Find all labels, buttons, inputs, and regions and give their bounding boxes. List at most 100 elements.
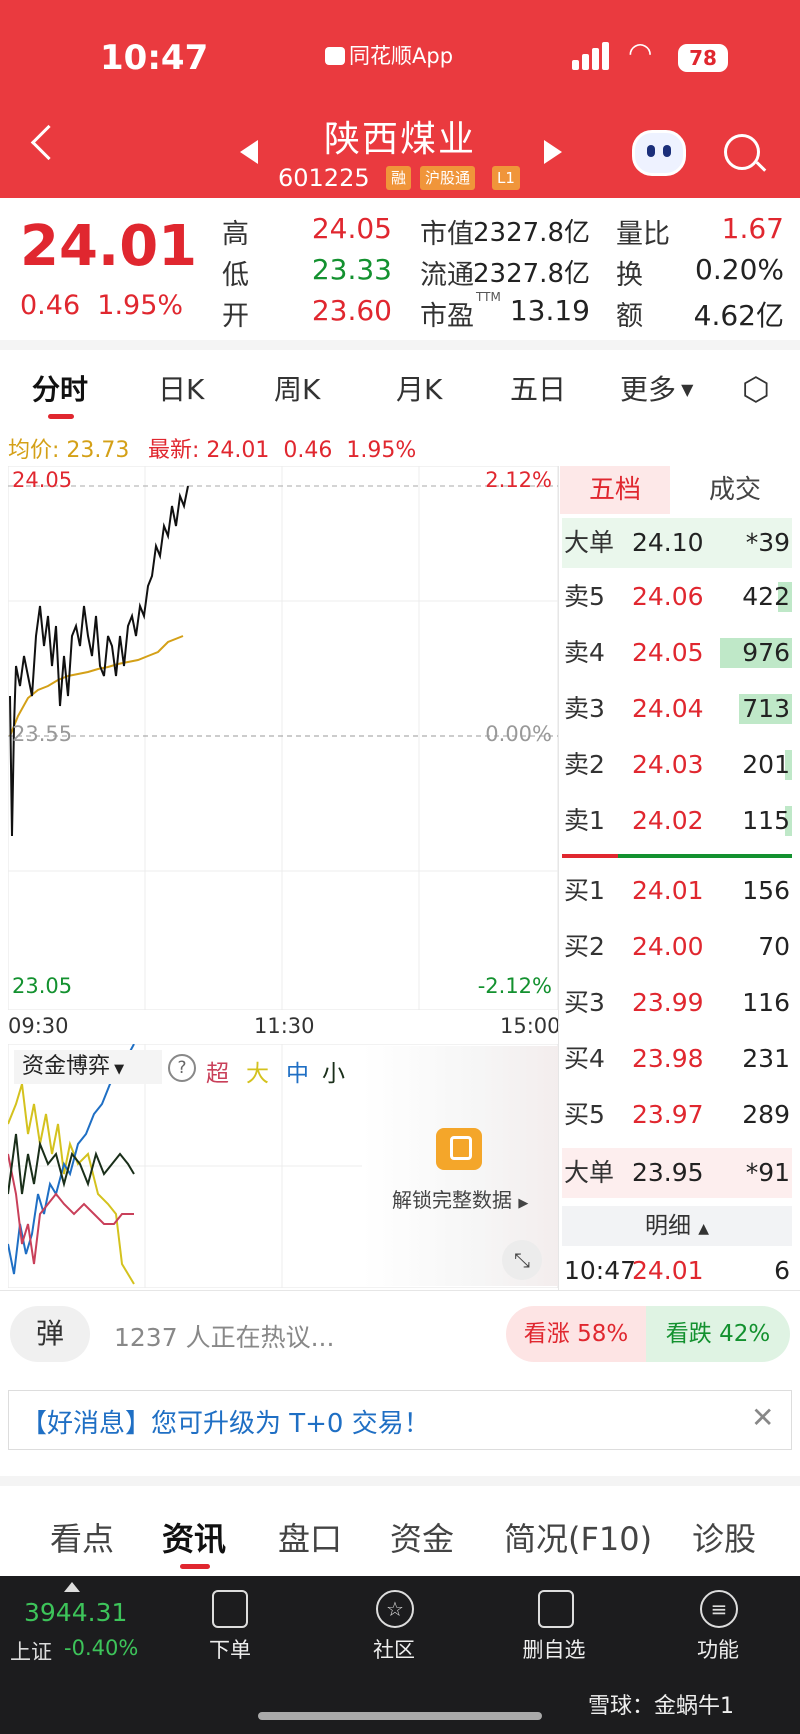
discussion-count[interactable]: 1237 人正在热议... (114, 1318, 334, 1354)
bid-price: 23.98 (632, 1044, 704, 1073)
ask-price: 24.02 (632, 806, 704, 835)
next-stock-icon[interactable] (544, 140, 562, 164)
unlock-label[interactable]: 解锁完整数据 ▶ (392, 1184, 528, 1213)
remove-watchlist-icon[interactable] (538, 1590, 574, 1628)
tab-intraday[interactable]: 分时 (32, 368, 88, 408)
notice-text: 【好消息】您可升级为 T+0 交易！ (21, 1409, 430, 1439)
nav-order[interactable]: 下单 (180, 1634, 280, 1664)
order-icon[interactable] (212, 1590, 248, 1628)
current-price: 24.01 (20, 214, 198, 279)
divider (0, 340, 800, 350)
quote-label-float: 流通 (420, 260, 474, 291)
ask-label: 卖4 (564, 638, 605, 667)
tab-diagnosis[interactable]: 诊股 (692, 1514, 756, 1560)
detail-toggle[interactable]: 明细 ▲ (562, 1206, 792, 1246)
big-order-top: 大单 24.10 *39 (562, 518, 792, 568)
ask-row: 卖3 24.04 713 (562, 684, 792, 734)
bid-price: 24.00 (632, 932, 704, 961)
quote-value-low: 23.33 (311, 253, 392, 286)
lock-icon (436, 1128, 482, 1170)
bid-label: 买3 (564, 988, 605, 1017)
chevron-down-icon: ▼ (676, 380, 694, 399)
community-icon[interactable]: ☆ (376, 1590, 414, 1628)
legend-mid: 中 (286, 1061, 309, 1087)
quote-value-open: 23.60 (311, 294, 392, 327)
quote-label-low: 低 (222, 260, 249, 291)
index-value[interactable]: 3944.31 (24, 1598, 127, 1627)
bid-label: 买1 (564, 876, 605, 905)
pct-label-high: 2.12% (485, 468, 552, 492)
settings-hex-icon[interactable]: ⬡ (742, 370, 770, 408)
time-label-noon: 11:30 (254, 1014, 315, 1038)
ask-vol: 115 (742, 806, 790, 835)
back-icon[interactable] (30, 124, 67, 161)
price-change: 0.46 1.95% (20, 290, 184, 321)
intraday-chart[interactable] (8, 466, 558, 1010)
notice-banner[interactable]: 【好消息】您可升级为 T+0 交易！ ✕ (8, 1390, 792, 1450)
tab-daily-k[interactable]: 日K (158, 368, 204, 408)
quote-label-open: 开 (222, 301, 249, 332)
status-time: 10:47 (100, 38, 209, 78)
legend-big: 大 (246, 1061, 269, 1087)
caret-up-icon (64, 1582, 80, 1592)
quote-value-turnover: 0.20% (695, 253, 784, 286)
tab-five-levels[interactable]: 五档 (560, 466, 670, 514)
pct-label-mid: 0.00% (485, 722, 552, 746)
tab-funds[interactable]: 资金 (390, 1514, 454, 1560)
stock-name: 陕西煤业 (323, 119, 476, 160)
prev-stock-icon[interactable] (240, 140, 258, 164)
bid-vol: 289 (742, 1100, 790, 1129)
ask-row: 卖4 24.05 976 (562, 628, 792, 678)
tab-f10[interactable]: 简况(F10) (504, 1514, 652, 1560)
divider (558, 466, 559, 1290)
quote-label-pe: 市盈 (420, 301, 474, 332)
tag-connect: 沪股通 (420, 166, 476, 190)
spread-bar-green (618, 854, 792, 858)
bullish-button[interactable]: 看涨 58% (506, 1306, 646, 1362)
bid-vol: 70 (758, 932, 790, 961)
tab-news-underline (180, 1564, 210, 1569)
bid-row: 买5 23.97 289 (562, 1090, 792, 1140)
trade-row: 10:47 24.01 6 (564, 1256, 790, 1285)
quote-label-pe-ttm: TTM (476, 290, 501, 304)
tab-monthly-k[interactable]: 月K (396, 368, 442, 408)
tab-five-day[interactable]: 五日 (510, 368, 566, 408)
flow-title[interactable]: 资金博弈 ▼ (14, 1050, 162, 1084)
quote-label-amount: 额 (616, 301, 643, 332)
quote-label-volratio: 量比 (616, 219, 670, 250)
bid-row: 买1 24.01 156 (562, 866, 792, 916)
legend-small: 小 (322, 1061, 345, 1087)
tab-news[interactable]: 资讯 (162, 1514, 226, 1560)
ask-price: 24.03 (632, 750, 704, 779)
close-icon[interactable]: ✕ (751, 1401, 774, 1434)
tab-trades[interactable]: 成交 (680, 466, 790, 514)
assistant-robot-icon[interactable] (632, 130, 686, 176)
help-icon[interactable]: ? (168, 1054, 196, 1082)
expand-icon[interactable]: ⤡ (502, 1240, 542, 1280)
tab-weekly-k[interactable]: 周K (274, 368, 320, 408)
menu-icon[interactable]: ≡ (700, 1590, 738, 1628)
bid-price: 23.97 (632, 1100, 704, 1129)
bid-label: 买5 (564, 1100, 605, 1129)
tab-more[interactable]: 更多 ▼ (620, 368, 693, 408)
ask-vol: 201 (742, 750, 790, 779)
signal-icon (572, 42, 612, 70)
nav-community[interactable]: 社区 (344, 1634, 444, 1664)
tab-orderbook[interactable]: 盘口 (278, 1514, 342, 1560)
ask-price: 24.06 (632, 582, 704, 611)
divider (0, 1476, 800, 1486)
y-label-high: 24.05 (12, 468, 73, 492)
bearish-button[interactable]: 看跌 42% (646, 1306, 790, 1362)
quote-value-high: 24.05 (311, 212, 392, 245)
y-label-low: 23.05 (12, 974, 73, 998)
tab-highlights[interactable]: 看点 (50, 1514, 114, 1560)
app-header: 10:47 同花顺App ◠ 78 陕西煤业 601225 融 沪股通 L1 (0, 0, 800, 198)
latest-price-label: 最新: 24.01 0.46 1.95% (148, 438, 417, 463)
quote-label-mktcap: 市值 (420, 219, 474, 250)
danmaku-button[interactable]: 弹 (10, 1306, 90, 1362)
nav-functions[interactable]: 功能 (668, 1634, 768, 1664)
search-icon[interactable] (724, 134, 760, 170)
nav-remove-watchlist[interactable]: 删自选 (504, 1634, 604, 1664)
divider (0, 1290, 800, 1291)
time-label-close: 15:00 (500, 1014, 561, 1038)
